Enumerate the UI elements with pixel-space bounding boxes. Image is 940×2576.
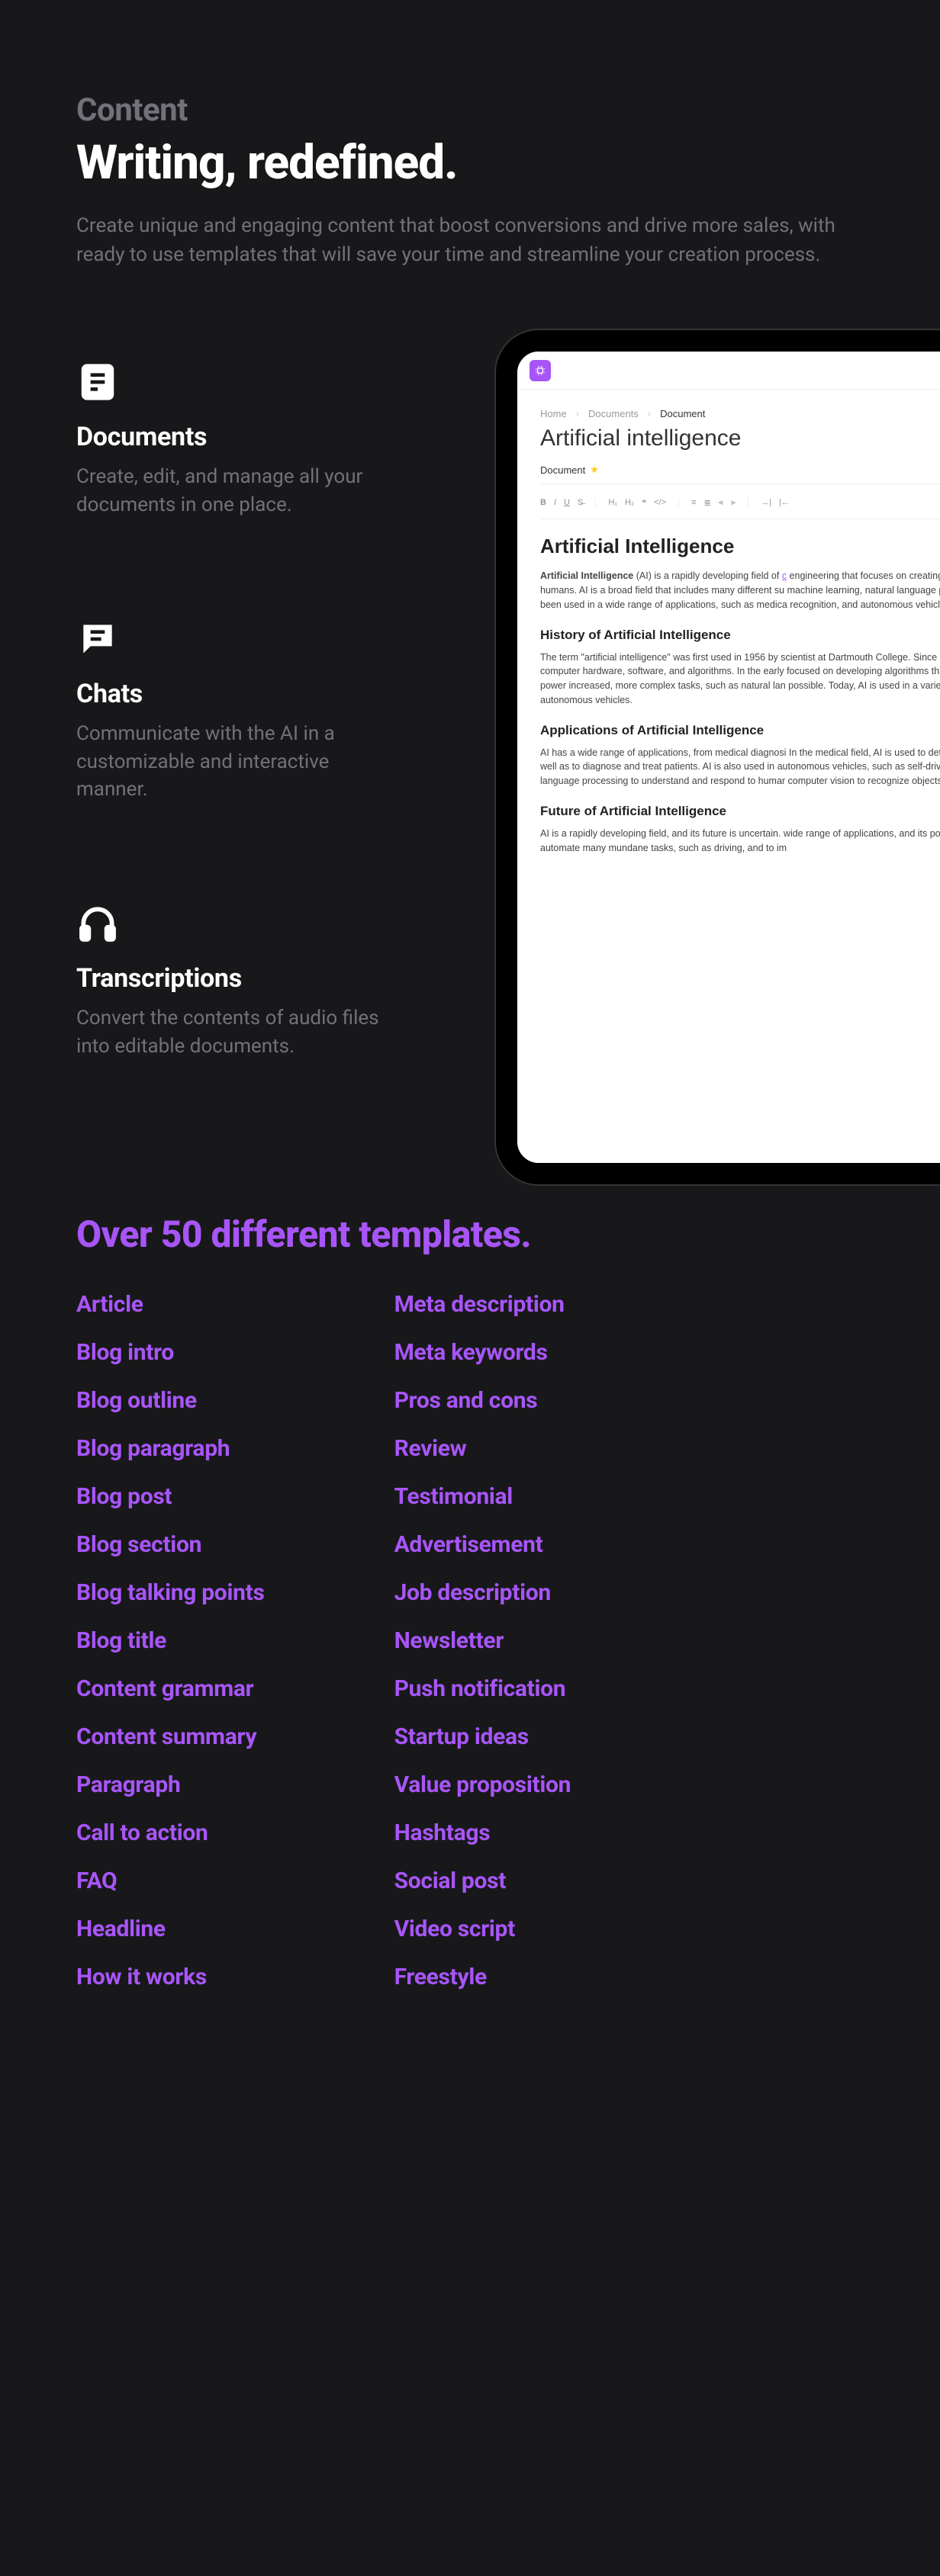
quote-button[interactable]: ❝ [642,498,646,508]
outdent-button[interactable]: |← [779,498,790,508]
template-link[interactable]: Blog paragraph [76,1435,265,1462]
underline-button[interactable]: U [564,498,570,508]
template-link[interactable]: Blog post [76,1483,265,1510]
doc-paragraph: AI is a rapidly developing field, and it… [540,827,940,856]
chevron-right-icon: › [648,408,651,419]
doc-paragraph: AI has a wide range of applications, fro… [540,746,940,789]
feature-desc: Communicate with the AI in a customizabl… [76,720,404,803]
indent-button[interactable]: →| [761,498,771,508]
tab-document[interactable]: Document [540,464,585,476]
feature-desc: Convert the contents of audio files into… [76,1004,404,1060]
template-link[interactable]: Review [394,1435,571,1462]
template-link[interactable]: Content grammar [76,1675,265,1702]
tablet-mockup: Home › Documents › Document Artificial i… [496,330,940,1184]
template-link[interactable]: How it works [76,1964,265,1990]
template-link[interactable]: Advertisement [394,1531,571,1558]
bold-button[interactable]: B [540,498,546,508]
hero-title: Writing, redefined. [76,135,864,191]
template-link[interactable]: Content summary [76,1723,265,1750]
doc-h4: Future of Artificial Intelligence [540,804,940,819]
feature-title: Chats [76,679,404,709]
feature-title: Transcriptions [76,963,404,994]
feature-title: Documents [76,422,404,452]
document-icon [76,361,119,403]
doc-paragraph: The term "artificial intelligence" was f… [540,650,940,708]
template-link[interactable]: Testimonial [394,1483,571,1510]
doc-h1: Artificial Intelligence [540,535,940,558]
document-tabs: Document ★ [540,464,940,484]
align-left-button[interactable]: ⫷ [719,498,723,508]
template-link[interactable]: Headline [76,1916,265,1942]
breadcrumb-home[interactable]: Home [540,408,567,419]
template-link[interactable]: Blog outline [76,1387,265,1414]
template-link[interactable]: FAQ [76,1868,265,1894]
template-link[interactable]: Social post [394,1868,571,1894]
template-link[interactable]: Blog title [76,1627,265,1654]
hero-description: Create unique and engaging content that … [76,212,839,269]
document-title: Artificial intelligence [540,426,940,451]
h2-button[interactable]: H₂ [625,498,634,508]
template-link[interactable]: Value proposition [394,1771,571,1798]
document-body: Artificial Intelligence Artificial Intel… [540,535,940,855]
code-button[interactable]: </> [654,498,666,508]
doc-paragraph: Artificial Intelligence (AI) is a rapidl… [540,569,940,612]
template-link[interactable]: Blog intro [76,1339,265,1366]
template-link[interactable]: Freestyle [394,1964,571,1990]
italic-button[interactable]: I [554,498,556,508]
doc-h2: History of Artificial Intelligence [540,628,940,643]
template-link[interactable]: Push notification [394,1675,571,1702]
template-link[interactable]: Pros and cons [394,1387,571,1414]
template-link[interactable]: Blog section [76,1531,265,1558]
list-ol-button[interactable]: ≣ [703,498,710,508]
align-right-button[interactable]: ⫸ [731,498,736,508]
template-link[interactable]: Newsletter [394,1627,571,1654]
breadcrumb: Home › Documents › Document [540,408,940,419]
breadcrumb-documents[interactable]: Documents [588,408,639,419]
template-link[interactable]: Startup ideas [394,1723,571,1750]
template-link[interactable]: Article [76,1291,265,1318]
list-ul-button[interactable]: ≡ [691,498,696,508]
template-link[interactable]: Meta description [394,1291,571,1318]
template-link[interactable]: Call to action [76,1820,265,1846]
template-link[interactable]: Video script [394,1916,571,1942]
feature-transcriptions: Transcriptions Convert the contents of a… [76,902,404,1060]
feature-chats: Chats Communicate with the AI in a custo… [76,618,404,803]
feature-documents: Documents Create, edit, and manage all y… [76,361,404,519]
features-section: Documents Create, edit, and manage all y… [76,361,864,1060]
template-link[interactable]: Job description [394,1579,571,1606]
app-logo-icon [530,360,551,381]
chevron-right-icon: › [576,408,579,419]
templates-title: Over 50 different templates. [76,1213,864,1256]
doc-h3: Applications of Artificial Intelligence [540,723,940,738]
tablet-topbar [517,352,940,390]
template-link[interactable]: Paragraph [76,1771,265,1798]
breadcrumb-current: Document [660,408,705,419]
templates-grid: Article Blog intro Blog outline Blog paragr… [76,1291,864,1990]
eyebrow: Content [76,92,864,129]
feature-desc: Create, edit, and manage all your docume… [76,463,404,519]
headphones-icon [76,902,119,945]
template-link[interactable]: Meta keywords [394,1339,571,1366]
editor-toolbar: B I U S̶ H₁ H₂ ❝ </> ≡ ≣ [540,493,940,519]
star-icon[interactable]: ★ [590,464,599,476]
template-link[interactable]: Hashtags [394,1820,571,1846]
strike-button[interactable]: S̶ [578,498,583,508]
template-link[interactable]: Blog talking points [76,1579,265,1606]
h1-button[interactable]: H₁ [608,498,617,508]
chat-icon [76,618,119,660]
